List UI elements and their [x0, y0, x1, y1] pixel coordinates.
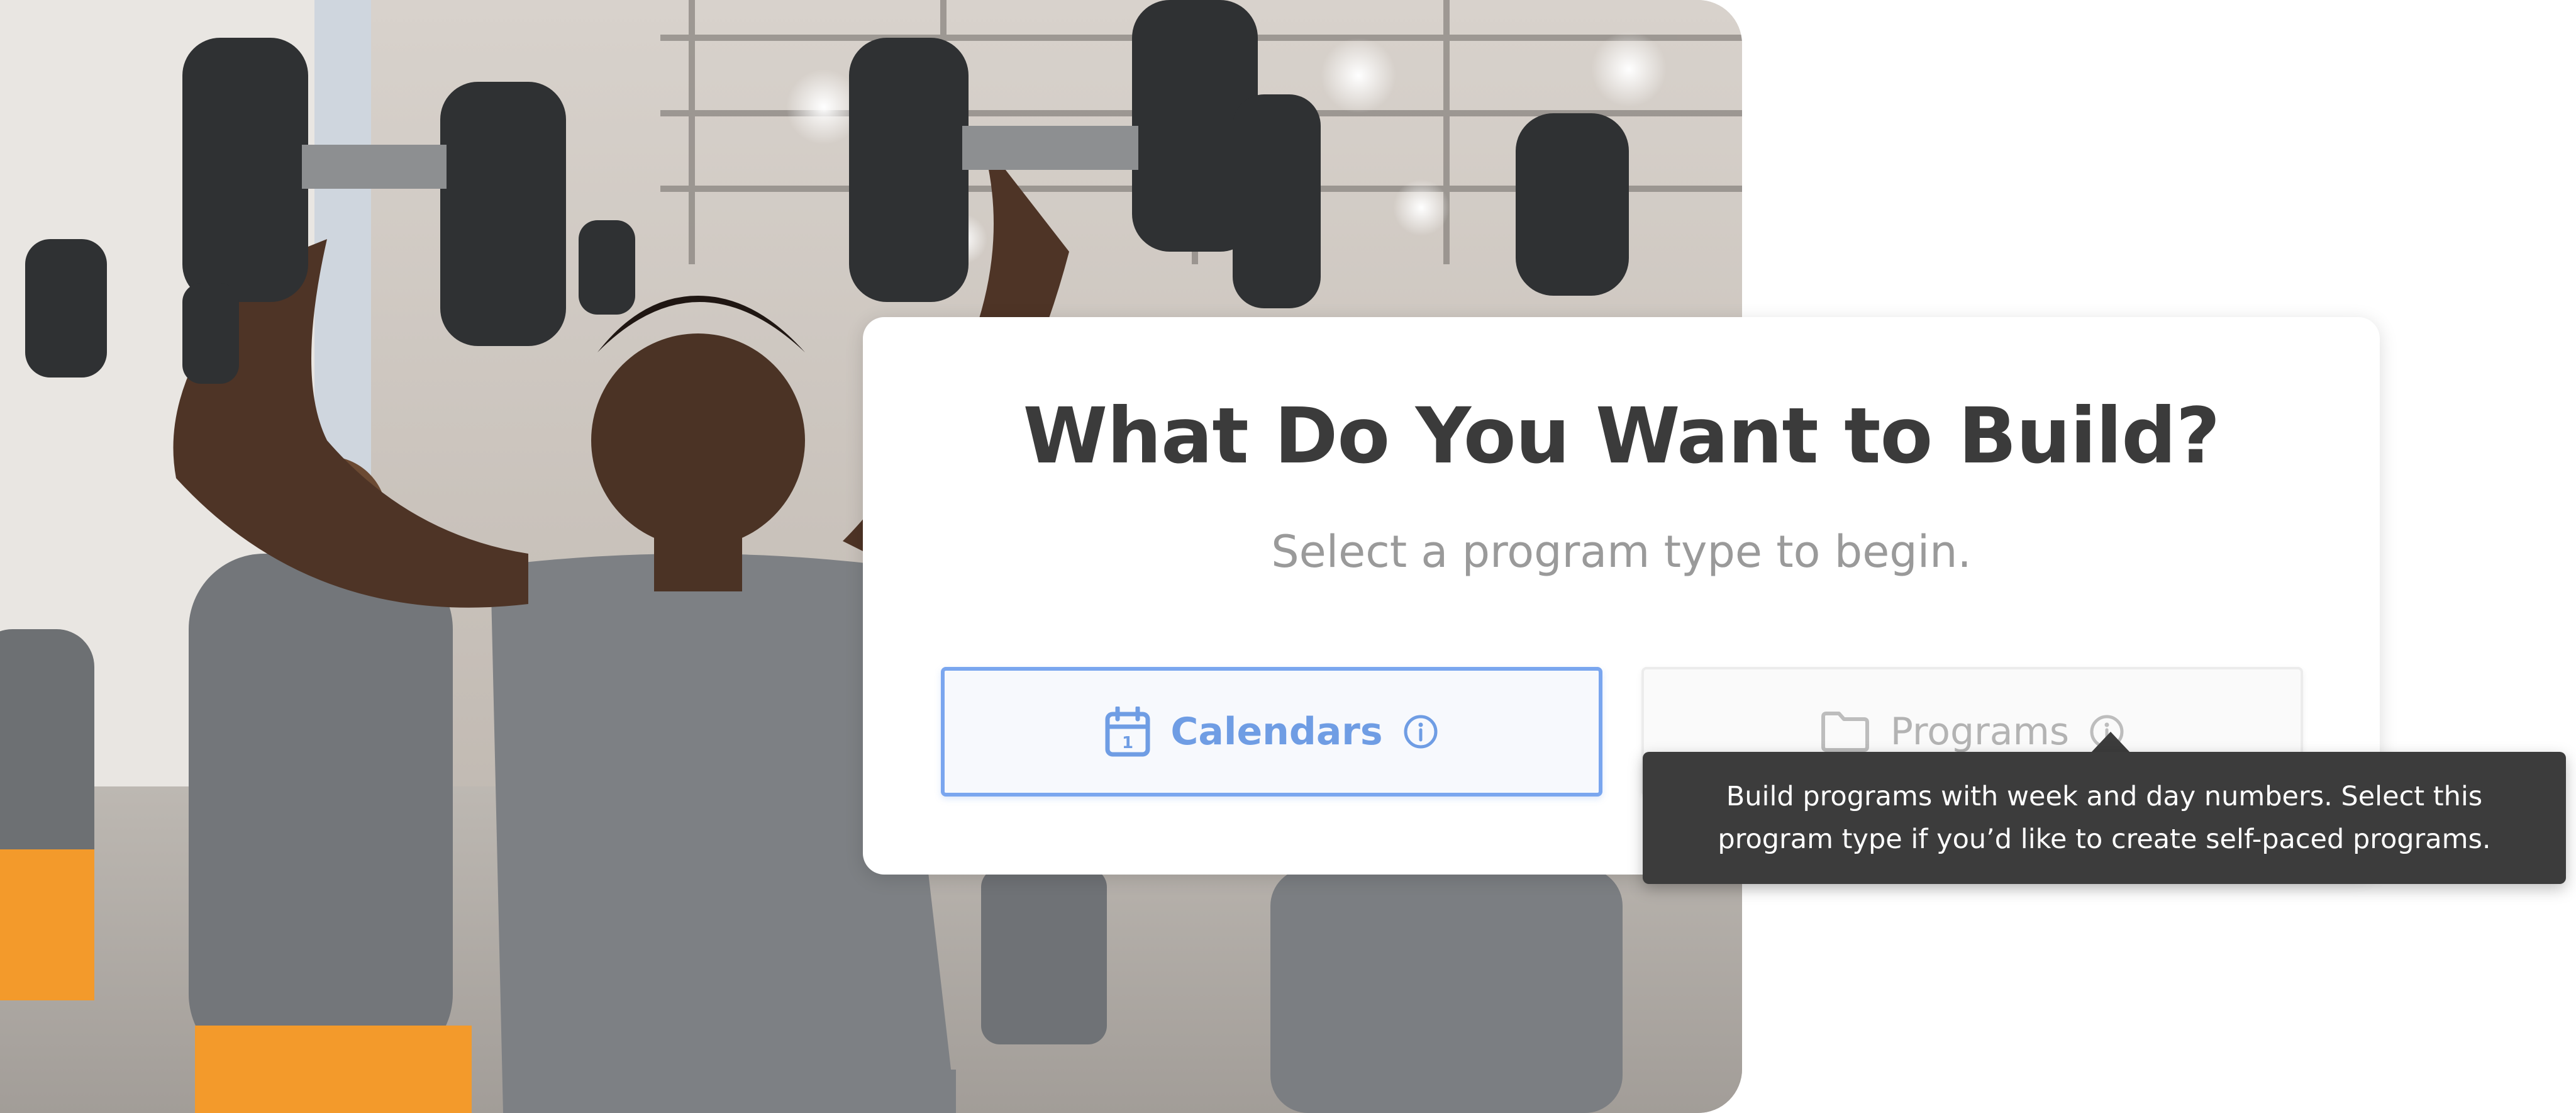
screen: What Do You Want to Build? Select a prog…	[0, 0, 2576, 1113]
dialog-subtitle: Select a program type to begin.	[1271, 526, 1972, 578]
calendars-option-label: Calendars	[1170, 710, 1383, 754]
programs-info-tooltip: Build programs with week and day numbers…	[1643, 752, 2566, 884]
calendars-option-button[interactable]: 1 Calendars	[941, 667, 1602, 797]
tooltip-arrow	[2090, 732, 2131, 753]
calendar-icon-day: 1	[1122, 734, 1133, 752]
calendar-icon: 1	[1105, 707, 1150, 757]
programs-option-label: Programs	[1890, 710, 2070, 754]
info-icon[interactable]	[1403, 714, 1438, 749]
tooltip-text: Build programs with week and day numbers…	[1718, 781, 2491, 855]
folder-icon	[1820, 710, 1870, 753]
dialog-title: What Do You Want to Build?	[1023, 391, 2221, 481]
